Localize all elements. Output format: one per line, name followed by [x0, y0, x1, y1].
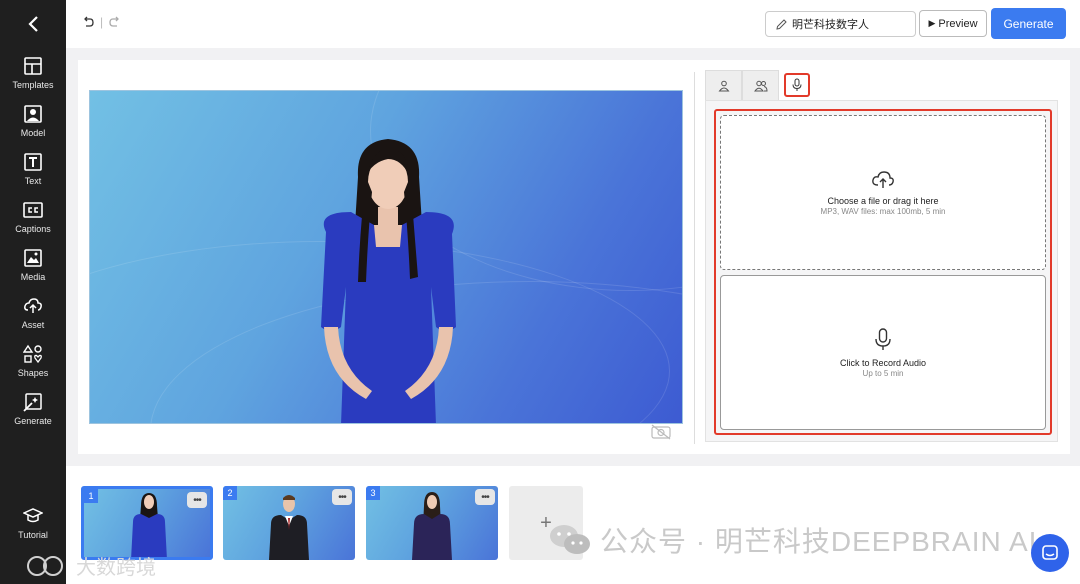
sidebar-item-label: Templates: [12, 80, 54, 90]
redo-icon[interactable]: [109, 16, 121, 28]
media-icon: [24, 249, 42, 267]
scene-number: 1: [84, 489, 98, 503]
generate-button[interactable]: Generate: [991, 8, 1066, 39]
highlight-box: Choose a file or drag it here MP3, WAV f…: [714, 109, 1052, 435]
preview-label: Preview: [938, 17, 978, 30]
text-icon: [24, 153, 42, 171]
sidebar-item-model[interactable]: Model: [0, 104, 66, 148]
preview-button[interactable]: ▶ Preview: [919, 10, 987, 37]
corner-watermark-text: 大数跨境: [76, 557, 156, 579]
editor-main: Choose a file or drag it here MP3, WAV f…: [78, 60, 1070, 454]
panel-divider: [694, 72, 695, 444]
watermark-text: 公众号 · 明芒科技DEEPBRAIN AI: [600, 526, 1038, 557]
top-toolbar: | 明芒科技数字人 ▶ Preview Generate: [66, 0, 1080, 48]
scene-thumbnail[interactable]: 1 •••: [81, 486, 213, 560]
upload-hint: MP3, WAV files: max 100mb, 5 min: [820, 206, 946, 216]
scene-number: 2: [223, 486, 237, 500]
audio-tab-content: Choose a file or drag it here MP3, WAV f…: [705, 100, 1058, 442]
people-icon: [753, 80, 768, 91]
chevron-left-icon: [28, 16, 38, 32]
wechat-watermark: 公众号 · 明芒科技DEEPBRAIN AI: [548, 520, 1037, 560]
model-icon: [24, 105, 42, 123]
sidebar-item-generate[interactable]: Generate: [0, 392, 66, 436]
sidebar-item-media[interactable]: Media: [0, 248, 66, 292]
audio-source-panel: Choose a file or drag it here MP3, WAV f…: [705, 70, 1058, 442]
chat-icon: [1042, 545, 1058, 560]
project-title-text: 明芒科技数字人: [792, 19, 869, 31]
generate-icon: [23, 393, 42, 412]
scene-more-button[interactable]: •••: [187, 492, 207, 508]
audio-upload-dropzone[interactable]: Choose a file or drag it here MP3, WAV f…: [720, 115, 1046, 270]
sidebar-item-label: Media: [20, 272, 46, 282]
back-button[interactable]: [22, 12, 44, 36]
sidebar-item-text[interactable]: Text: [0, 152, 66, 196]
sidebar-item-templates[interactable]: Templates: [0, 56, 66, 100]
shapes-icon: [23, 344, 42, 364]
divider: |: [100, 15, 104, 29]
support-chat-button[interactable]: [1031, 534, 1069, 572]
scene-strip: 1 ••• 2 ••• 3 ••• + 公众号 · 明芒科技DEEPBRAIN …: [27, 466, 1080, 584]
video-canvas[interactable]: [89, 90, 683, 424]
logo-icon: [27, 555, 63, 576]
corner-watermark: 大数跨境: [26, 551, 156, 580]
left-sidebar: Templates Model Text Captions Media Asse…: [0, 0, 66, 584]
record-hint: Up to 5 min: [862, 368, 904, 378]
scene-number: 3: [366, 486, 380, 500]
scene-thumbnail[interactable]: 3 •••: [366, 486, 498, 560]
person-icon: [717, 80, 730, 91]
microphone-icon: [792, 78, 802, 91]
graduation-cap-icon: [23, 508, 43, 523]
tab-multi-avatar[interactable]: [742, 70, 779, 100]
record-audio-button[interactable]: Click to Record Audio Up to 5 min: [720, 275, 1046, 430]
sidebar-item-label: Text: [24, 176, 42, 186]
sidebar-item-label: Generate: [14, 416, 52, 426]
scene-more-button[interactable]: •••: [475, 489, 495, 505]
pencil-icon: [776, 18, 787, 30]
undo-icon[interactable]: [82, 16, 94, 28]
project-title-field[interactable]: 明芒科技数字人: [765, 11, 916, 37]
cloud-upload-icon: [872, 170, 894, 188]
record-title: Click to Record Audio: [839, 357, 927, 368]
app-root: Templates Model Text Captions Media Asse…: [0, 0, 1080, 584]
sidebar-item-shapes[interactable]: Shapes: [0, 344, 66, 388]
presenter-avatar[interactable]: [296, 137, 481, 424]
templates-icon: [24, 57, 42, 75]
sidebar-item-tutorial[interactable]: Tutorial: [0, 506, 66, 550]
sidebar-item-label: Shapes: [17, 368, 49, 378]
captions-icon: [23, 202, 43, 218]
upload-icon: [24, 298, 42, 313]
sidebar-item-captions[interactable]: Captions: [0, 200, 66, 244]
upload-title: Choose a file or drag it here: [827, 195, 939, 206]
microphone-icon: [875, 327, 891, 350]
tab-single-avatar[interactable]: [705, 70, 742, 100]
sidebar-item-label: Model: [20, 128, 46, 138]
history-controls: |: [82, 15, 121, 29]
hide-avatar-icon[interactable]: [650, 424, 672, 440]
sidebar-item-asset[interactable]: Asset: [0, 296, 66, 340]
wechat-icon: [550, 525, 590, 554]
scene-thumbnail[interactable]: 2 •••: [223, 486, 355, 560]
tab-audio[interactable]: [784, 73, 810, 97]
generate-label: Generate: [1003, 16, 1054, 31]
sidebar-item-label: Asset: [21, 320, 45, 330]
sidebar-item-label: Captions: [15, 224, 51, 234]
sidebar-item-label: Tutorial: [18, 530, 48, 540]
play-icon: ▶: [928, 18, 936, 28]
scene-more-button[interactable]: •••: [332, 489, 352, 505]
panel-tabs: [705, 70, 815, 100]
